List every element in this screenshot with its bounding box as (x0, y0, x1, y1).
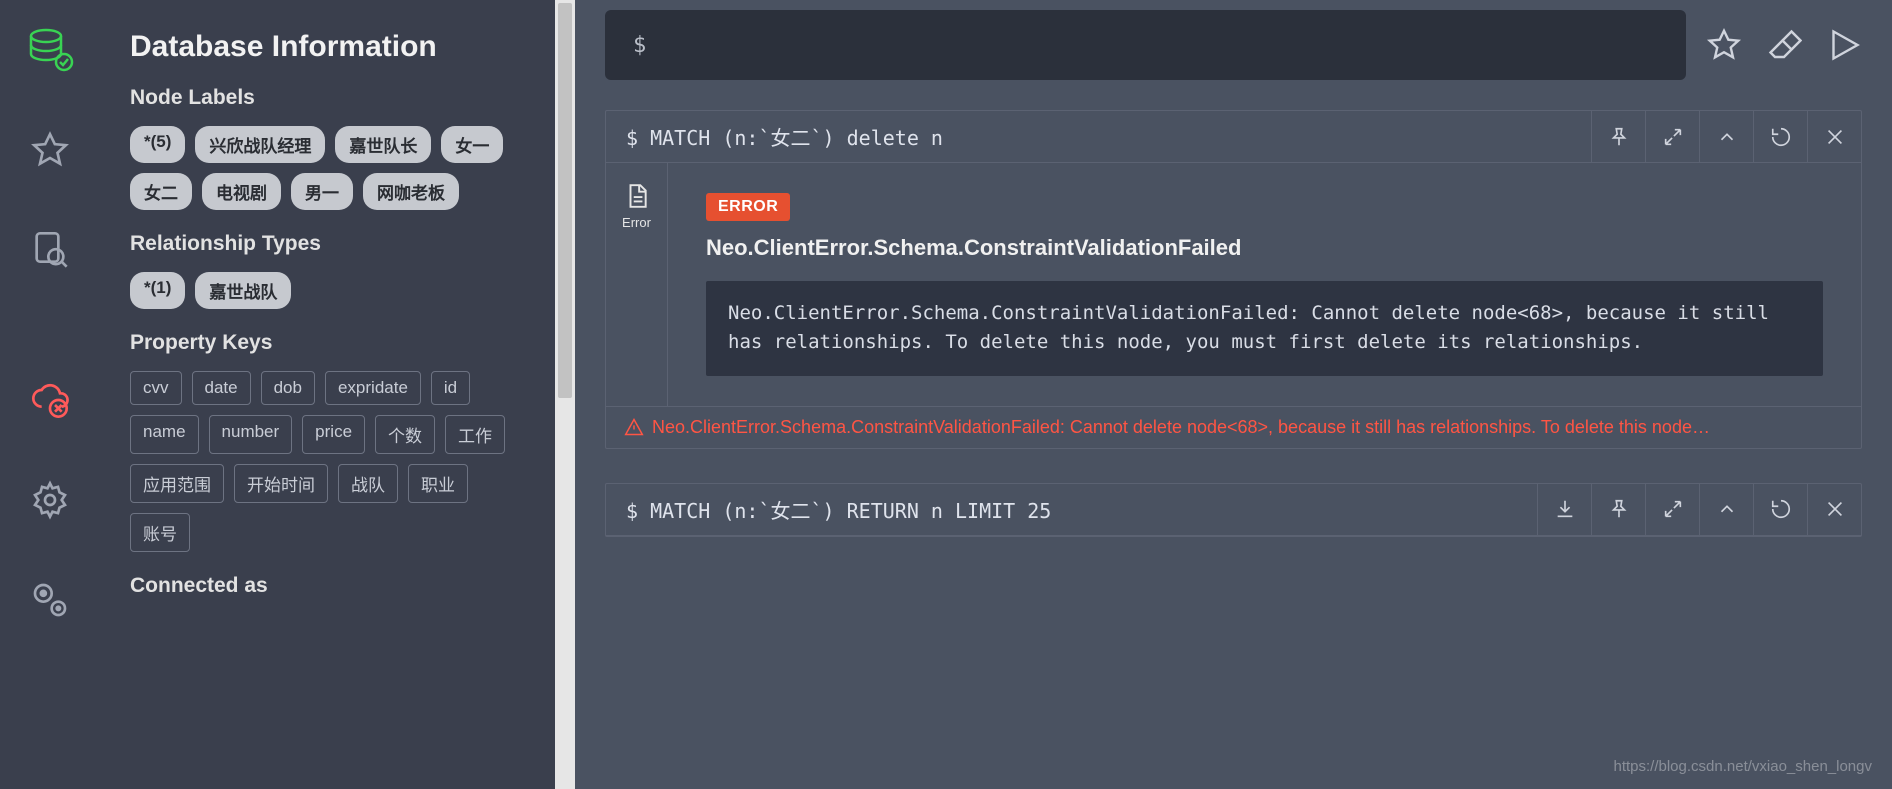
rerun-icon[interactable] (1753, 483, 1807, 535)
watermark-text: https://blog.csdn.net/vxiao_shen_longv (1613, 758, 1872, 775)
expand-icon[interactable] (1645, 111, 1699, 163)
pin-icon[interactable] (1591, 111, 1645, 163)
card-command[interactable]: $ MATCH (n:`女二`) RETURN n LIMIT 25 (606, 495, 1537, 524)
relationship-type-pill[interactable]: 嘉世战队 (195, 272, 291, 309)
property-key-chip[interactable]: expridate (325, 371, 421, 405)
editor-row: $ (605, 0, 1892, 100)
editor-prompt: $ (633, 33, 646, 58)
card-side-label: Error (622, 215, 651, 230)
download-icon[interactable] (1537, 483, 1591, 535)
about-icon[interactable] (0, 550, 100, 650)
property-key-chip[interactable]: 个数 (375, 415, 435, 454)
documents-search-icon[interactable] (0, 200, 100, 300)
warning-icon (624, 417, 644, 437)
card-footer: Neo.ClientError.Schema.ConstraintValidat… (606, 406, 1861, 448)
property-key-chip[interactable]: number (209, 415, 293, 454)
collapse-up-icon[interactable] (1699, 111, 1753, 163)
card-command[interactable]: $ MATCH (n:`女二`) delete n (606, 122, 1591, 151)
settings-icon[interactable] (0, 450, 100, 550)
property-key-chip[interactable]: price (302, 415, 365, 454)
relationship-types-heading: Relationship Types (130, 232, 525, 256)
favorites-icon[interactable] (0, 100, 100, 200)
cypher-editor[interactable]: $ (605, 10, 1686, 80)
property-key-chip[interactable]: id (431, 371, 470, 405)
node-label-pill[interactable]: 女一 (441, 126, 503, 163)
card-header: $ MATCH (n:`女二`) RETURN n LIMIT 25 (606, 484, 1861, 536)
collapse-up-icon[interactable] (1699, 483, 1753, 535)
node-label-pill[interactable]: 网咖老板 (363, 173, 459, 210)
error-title: Neo.ClientError.Schema.ConstraintValidat… (706, 235, 1823, 261)
property-key-chip[interactable]: 账号 (130, 513, 190, 552)
node-label-pill[interactable]: *(5) (130, 126, 185, 163)
footer-error-text: Neo.ClientError.Schema.ConstraintValidat… (652, 417, 1710, 438)
card-tools (1537, 483, 1861, 535)
node-label-pill[interactable]: 兴欣战队经理 (195, 126, 325, 163)
run-icon[interactable] (1826, 27, 1862, 63)
node-labels-group: *(5) 兴欣战队经理 嘉世队长 女一 女二 电视剧 男一 网咖老板 (130, 126, 525, 210)
expand-icon[interactable] (1645, 483, 1699, 535)
erase-icon[interactable] (1766, 27, 1802, 63)
relationship-type-pill[interactable]: *(1) (130, 272, 185, 309)
rerun-icon[interactable] (1753, 111, 1807, 163)
sidebar-panel: Database Information Node Labels *(5) 兴欣… (100, 0, 555, 789)
connected-as-heading: Connected as (130, 574, 525, 598)
sidebar-title: Database Information (130, 30, 525, 64)
favorite-icon[interactable] (1706, 27, 1742, 63)
property-key-chip[interactable]: name (130, 415, 199, 454)
cloud-error-icon[interactable] (0, 350, 100, 450)
node-label-pill[interactable]: 嘉世队长 (335, 126, 431, 163)
property-keys-group: cvv date dob expridate id name number pr… (130, 371, 525, 552)
error-message-block: Neo.ClientError.Schema.ConstraintValidat… (706, 281, 1823, 376)
property-key-chip[interactable]: dob (261, 371, 315, 405)
editor-actions (1706, 27, 1862, 63)
property-key-chip[interactable]: date (192, 371, 251, 405)
card-tools (1591, 111, 1861, 163)
property-key-chip[interactable]: 工作 (445, 415, 505, 454)
relationship-types-group: *(1) 嘉世战队 (130, 272, 525, 309)
property-key-chip[interactable]: cvv (130, 371, 182, 405)
result-card-query: $ MATCH (n:`女二`) RETURN n LIMIT 25 (605, 483, 1862, 537)
nav-rail (0, 0, 100, 789)
close-icon[interactable] (1807, 111, 1861, 163)
node-label-pill[interactable]: 电视剧 (202, 173, 281, 210)
property-key-chip[interactable]: 开始时间 (234, 464, 328, 503)
card-side-tab[interactable]: Error (606, 163, 668, 406)
property-key-chip[interactable]: 应用范围 (130, 464, 224, 503)
property-keys-heading: Property Keys (130, 331, 525, 355)
property-key-chip[interactable]: 战队 (338, 464, 398, 503)
property-key-chip[interactable]: 职业 (408, 464, 468, 503)
error-badge: ERROR (706, 193, 790, 221)
node-label-pill[interactable]: 女二 (130, 173, 192, 210)
card-header: $ MATCH (n:`女二`) delete n (606, 111, 1861, 163)
node-label-pill[interactable]: 男一 (291, 173, 353, 210)
pin-icon[interactable] (1591, 483, 1645, 535)
sidebar-scrollbar[interactable] (555, 0, 575, 789)
result-card-error: $ MATCH (n:`女二`) delete n Error ERROR Ne… (605, 110, 1862, 449)
card-content: ERROR Neo.ClientError.Schema.ConstraintV… (668, 163, 1861, 406)
main-panel: $ $ MATCH (n:`女二`) delete n Error (575, 0, 1892, 789)
database-logo-icon[interactable] (0, 0, 100, 100)
node-labels-heading: Node Labels (130, 86, 525, 110)
close-icon[interactable] (1807, 483, 1861, 535)
file-icon (624, 181, 650, 211)
